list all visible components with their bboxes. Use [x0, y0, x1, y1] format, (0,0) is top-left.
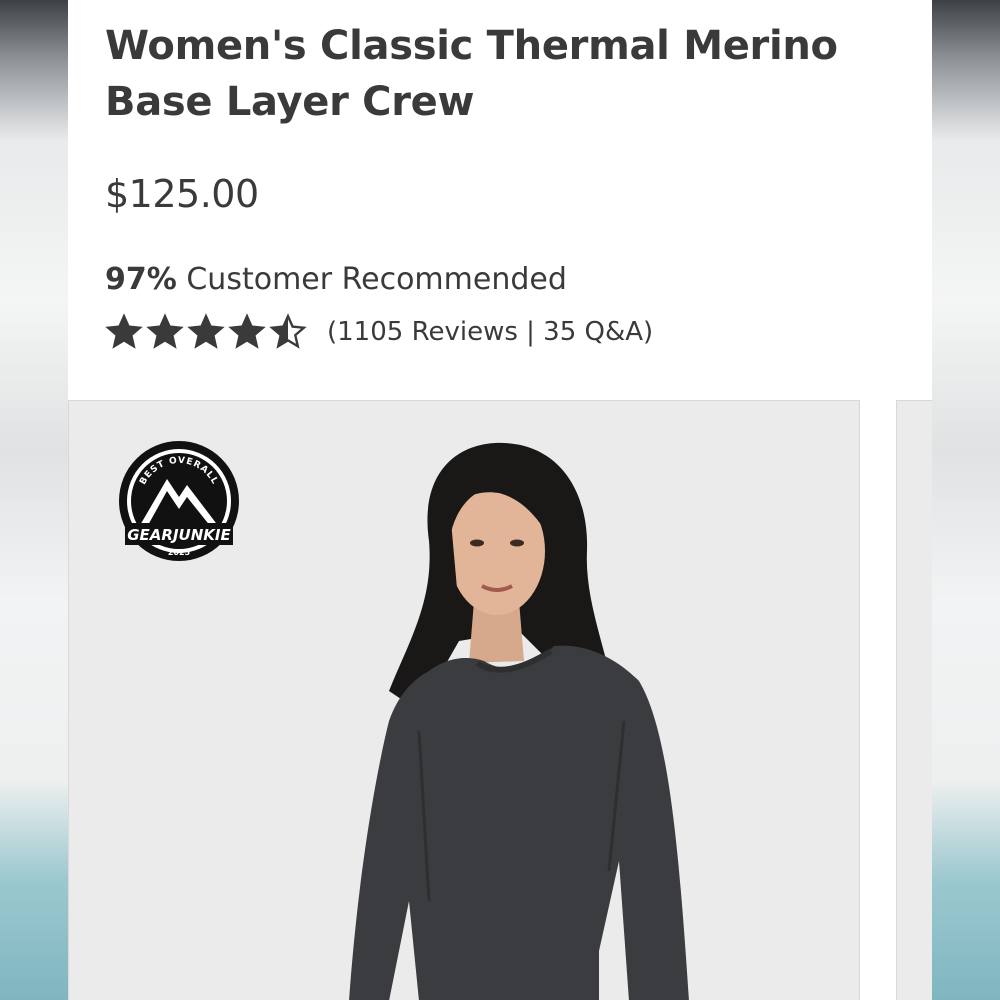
product-model-image: [349, 442, 689, 1000]
product-image-gallery[interactable]: GEARJUNKIE 2025 BEST OVERALL: [68, 400, 860, 1000]
background-left: [0, 0, 70, 1000]
customer-recommended: 97% Customer Recommended: [105, 262, 567, 297]
badge-brand: GEARJUNKIE: [127, 526, 231, 544]
star-full-icon: [228, 313, 266, 349]
recommend-percent: 97%: [105, 262, 177, 297]
gearjunkie-award-badge: GEARJUNKIE 2025 BEST OVERALL: [119, 441, 239, 561]
star-half-icon: [269, 313, 307, 349]
next-image-preview[interactable]: [896, 400, 932, 1000]
product-price: $125.00: [105, 172, 259, 216]
product-panel: Women's Classic Thermal Merino Base Laye…: [68, 0, 932, 1000]
star-full-icon: [146, 313, 184, 349]
product-title: Women's Classic Thermal Merino Base Laye…: [105, 23, 838, 125]
star-full-icon: [105, 313, 143, 349]
reviews-link[interactable]: (1105 Reviews | 35 Q&A): [327, 317, 653, 347]
star-rating[interactable]: [105, 313, 307, 351]
recommend-label: Customer Recommended: [186, 262, 567, 297]
star-full-icon: [187, 313, 225, 349]
background-right: [932, 0, 1000, 1000]
rating-row: (1105 Reviews | 35 Q&A): [105, 310, 653, 354]
badge-year: 2025: [168, 548, 191, 557]
